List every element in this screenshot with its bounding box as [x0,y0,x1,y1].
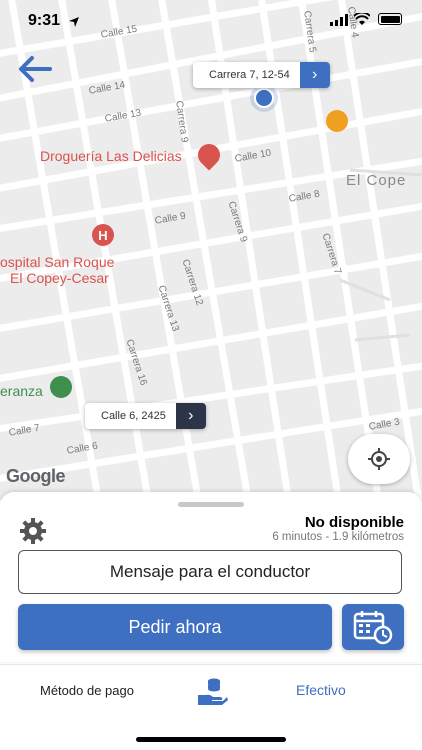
my-location-button[interactable] [348,434,410,484]
payment-method-row[interactable]: Método de pago Efectivo [0,664,422,717]
poi-drogueria[interactable]: Droguería Las Delicias [40,148,182,164]
map-view[interactable]: Calle 15 Calle 14 Calle 13 Calle 10 Call… [0,0,422,500]
poi-hospital-city: El Copey-Cesar [10,270,109,286]
chevron-right-icon[interactable]: › [299,62,330,88]
park-icon [50,376,72,398]
pickup-marker[interactable] [254,88,274,108]
cash-hand-icon [198,678,228,705]
order-now-button[interactable]: Pedir ahora [18,604,332,650]
destination-address: Calle 6, 2425 [101,410,166,422]
calendar-clock-icon [353,611,393,645]
poi-hospital[interactable]: ospital San Roque [0,254,114,270]
wifi-icon [354,13,370,25]
message-driver-button[interactable]: Mensaje para el conductor [18,550,402,594]
signal-icon [330,14,348,26]
town-label: El Cope [346,172,407,189]
destination-bubble[interactable]: Calle 6, 2425 › [85,403,206,429]
crosshair-icon [368,448,390,470]
availability-status: No disponible [304,514,404,531]
status-bar: 9:31 [0,0,422,40]
back-arrow-icon[interactable] [16,54,56,84]
poi-park[interactable]: eranza [0,383,43,399]
hospital-icon: H [92,224,114,246]
payment-method-label: Método de pago [40,683,134,698]
pickup-bubble[interactable]: Carrera 7, 12-54 › [193,62,330,88]
home-indicator[interactable] [136,737,286,742]
trip-estimate: 6 minutos - 1.9 kilómetros [272,531,404,543]
gear-icon[interactable] [18,516,48,546]
sheet-handle[interactable] [178,502,244,507]
pickup-address: Carrera 7, 12-54 [209,69,290,81]
chevron-right-icon[interactable]: › [175,403,206,429]
payment-method-value[interactable]: Efectivo [296,682,346,698]
status-time: 9:31 [28,12,61,29]
restaurant-icon [326,110,348,132]
ride-request-sheet: No disponible 6 minutos - 1.9 kilómetros… [0,492,422,662]
google-logo: Google [6,466,66,486]
location-arrow-icon [69,17,79,27]
battery-icon [378,13,402,25]
schedule-button[interactable] [342,604,404,650]
